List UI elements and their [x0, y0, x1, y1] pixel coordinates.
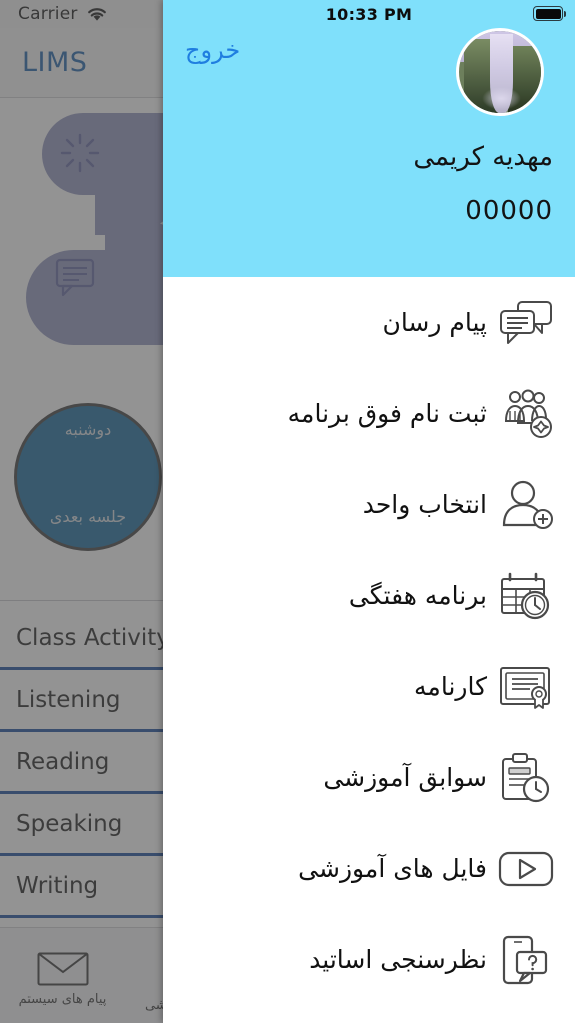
logout-button[interactable]: خروج [185, 36, 240, 64]
phone-question-icon [495, 931, 557, 989]
clock-label: 10:33 PM [325, 4, 413, 24]
menu-item-label: کارنامه [414, 672, 487, 701]
app-title: LIMS [22, 47, 88, 78]
menu-item-partial-next[interactable] [163, 1005, 575, 1023]
menu-item-label: برنامه هفتگی [348, 581, 487, 610]
loading-spinner-icon [57, 130, 103, 176]
wifi-icon [86, 6, 108, 22]
profile-name: مهدیه کریمی [413, 142, 553, 172]
menu-item-teacher-survey[interactable]: نظرسنجی اساتید [163, 914, 575, 1005]
profile-id: 00000 [465, 196, 553, 226]
menu-item-educational-files[interactable]: فایل های آموزشی [163, 823, 575, 914]
menu-item-messenger[interactable]: پیام رسان [163, 277, 575, 368]
next-session-circle[interactable]: دوشنبه جلسه بعدی [14, 403, 162, 551]
group-add-icon [495, 385, 557, 443]
avatar[interactable] [456, 28, 544, 116]
tab-system-messages[interactable]: پیام های سیستم [0, 928, 125, 1023]
drawer-status-bar: 10:33 PM [163, 0, 575, 28]
menu-item-label: سوابق آموزشی [323, 763, 487, 792]
chat-bubbles-icon [495, 294, 557, 352]
next-session-caption: جلسه بعدی [49, 507, 127, 526]
menu-item-weekly-schedule[interactable]: برنامه هفتگی [163, 550, 575, 641]
calendar-clock-icon [495, 567, 557, 625]
chat-bubble-icon [55, 258, 99, 298]
menu-item-report-card[interactable]: کارنامه [163, 641, 575, 732]
certificate-icon [495, 658, 557, 716]
app-screen: Carrier LIMS دوشنبه جلسه بعدی Class Acti… [0, 0, 575, 1023]
menu-item-unit-selection[interactable]: انتخاب واحد [163, 459, 575, 550]
side-drawer: 10:33 PM خروج مهدیه کریمی 00000 پیام رسا… [163, 0, 575, 1023]
menu-item-extracurricular-registration[interactable]: ثبت نام فوق برنامه [163, 368, 575, 459]
menu-item-label: انتخاب واحد [362, 490, 487, 519]
drawer-header: 10:33 PM خروج مهدیه کریمی 00000 [163, 0, 575, 277]
list-item-label: Reading [16, 748, 110, 775]
video-play-icon [495, 840, 557, 898]
menu-item-label: فایل های آموزشی [298, 854, 487, 883]
battery-full-icon [533, 6, 566, 21]
menu-item-label: پیام رسان [382, 308, 487, 337]
drawer-menu: پیام رسان ثبت نام فوق برنامه انتخاب واحد… [163, 277, 575, 1023]
menu-item-label: ثبت نام فوق برنامه [287, 399, 487, 428]
tab-label: پیام های سیستم [18, 992, 107, 1007]
list-item-label: Speaking [16, 810, 123, 837]
menu-item-label: نظرسنجی اساتید [309, 945, 487, 974]
envelope-icon [37, 952, 89, 986]
menu-item-academic-records[interactable]: سوابق آموزشی [163, 732, 575, 823]
list-item-label: Writing [16, 872, 99, 899]
clipboard-clock-icon [495, 749, 557, 807]
carrier-label: Carrier [18, 4, 78, 24]
next-session-day: دوشنبه [64, 420, 112, 439]
person-add-icon [495, 476, 557, 534]
list-item-label: Class Activity [16, 624, 170, 651]
list-item-label: Listening [16, 686, 121, 713]
